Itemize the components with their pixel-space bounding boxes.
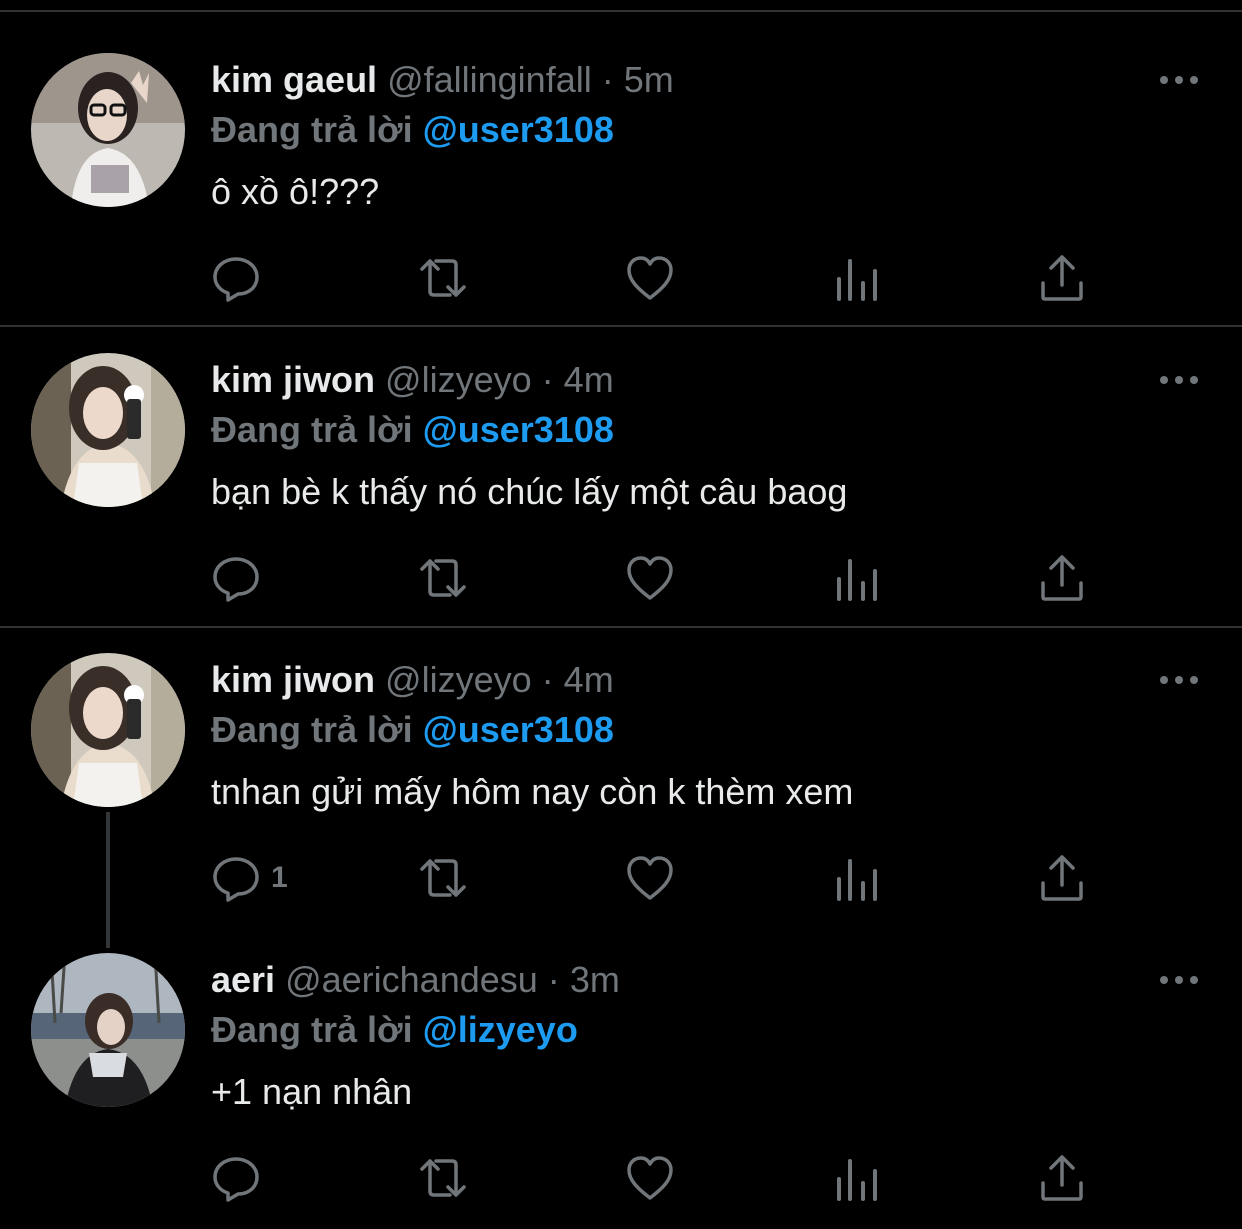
like-button[interactable] [625,850,675,906]
more-icon[interactable] [1158,972,1200,988]
separator-dot: · [541,359,554,400]
more-icon[interactable] [1158,72,1200,88]
reply-icon [211,1153,261,1203]
reply-button[interactable]: 1 [211,850,288,906]
timestamp[interactable]: 5m [624,59,674,100]
retweet-button[interactable] [414,250,472,306]
more-icon[interactable] [1158,672,1200,688]
divider [0,626,1242,628]
tweet-text: bạn bè k thấy nó chúc lấy một câu baog [211,471,848,512]
like-button[interactable] [625,1150,675,1206]
action-bar [211,250,1111,306]
tweet-header: kim gaeul @fallinginfall · 5m [211,58,674,102]
retweet-icon [414,553,472,603]
username[interactable]: @aerichandesu [285,959,538,1000]
retweet-icon [414,853,472,903]
views-icon [835,553,879,603]
timestamp[interactable]: 4m [564,659,614,700]
reply-button[interactable] [211,550,271,606]
retweet-button[interactable] [414,850,472,906]
reply-count: 1 [271,861,288,894]
tweet-text: +1 nạn nhân [211,1071,413,1112]
tweet-text: tnhan gửi mấy hôm nay còn k thèm xem [211,771,854,812]
username[interactable]: @lizyeyo [385,659,532,700]
reply-button[interactable] [211,1150,271,1206]
share-icon [1039,253,1085,303]
display-name[interactable]: kim gaeul [211,59,377,100]
views-button[interactable] [835,1150,879,1206]
tweet-header: kim jiwon @lizyeyo · 4m [211,658,614,702]
divider [0,10,1242,12]
avatar[interactable] [31,953,185,1107]
reply-feed: kim gaeul @fallinginfall · 5m Đang trả l… [0,0,1242,1229]
display-name[interactable]: aeri [211,959,275,1000]
avatar[interactable] [31,353,185,507]
replying-to: Đang trả lời @user3108 [211,408,614,452]
more-icon[interactable] [1158,372,1200,388]
views-icon [835,1153,879,1203]
heart-icon [625,554,675,602]
replying-to: Đang trả lời @lizyeyo [211,1008,578,1052]
avatar[interactable] [31,653,185,807]
views-icon [835,853,879,903]
replying-to-label: Đang trả lời [211,409,413,450]
share-icon [1039,853,1085,903]
mention-link[interactable]: @user3108 [423,409,614,450]
mention-link[interactable]: @user3108 [423,109,614,150]
avatar[interactable] [31,53,185,207]
heart-icon [625,854,675,902]
tweet-header: kim jiwon @lizyeyo · 4m [211,358,614,402]
views-icon [835,253,879,303]
action-bar [211,1150,1111,1206]
heart-icon [625,1154,675,1202]
retweet-button[interactable] [414,550,472,606]
reply-button[interactable] [211,250,271,306]
thread-connector [106,812,110,948]
separator-dot: · [547,959,560,1000]
share-button[interactable] [1039,250,1085,306]
display-name[interactable]: kim jiwon [211,359,375,400]
views-button[interactable] [835,850,879,906]
heart-icon [625,254,675,302]
tweet-header: aeri @aerichandesu · 3m [211,958,620,1002]
like-button[interactable] [625,250,675,306]
username[interactable]: @fallinginfall [387,59,592,100]
share-button[interactable] [1039,1150,1085,1206]
separator-dot: · [541,659,554,700]
replying-to-label: Đang trả lời [211,1009,413,1050]
reply-icon [211,853,261,903]
mention-link[interactable]: @lizyeyo [423,1009,578,1050]
divider [0,325,1242,327]
share-button[interactable] [1039,550,1085,606]
reply-icon [211,253,261,303]
retweet-button[interactable] [414,1150,472,1206]
tweet-text: ô xồ ô!??? [211,171,380,212]
username[interactable]: @lizyeyo [385,359,532,400]
display-name[interactable]: kim jiwon [211,659,375,700]
mention-link[interactable]: @user3108 [423,709,614,750]
separator-dot: · [601,59,614,100]
retweet-icon [414,1153,472,1203]
retweet-icon [414,253,472,303]
views-button[interactable] [835,250,879,306]
share-button[interactable] [1039,850,1085,906]
share-icon [1039,1153,1085,1203]
timestamp[interactable]: 4m [564,359,614,400]
share-icon [1039,553,1085,603]
replying-to-label: Đang trả lời [211,709,413,750]
reply-icon [211,553,261,603]
like-button[interactable] [625,550,675,606]
action-bar: 1 [211,850,1111,906]
replying-to-label: Đang trả lời [211,109,413,150]
replying-to: Đang trả lời @user3108 [211,708,614,752]
replying-to: Đang trả lời @user3108 [211,108,614,152]
action-bar [211,550,1111,606]
timestamp[interactable]: 3m [570,959,620,1000]
views-button[interactable] [835,550,879,606]
